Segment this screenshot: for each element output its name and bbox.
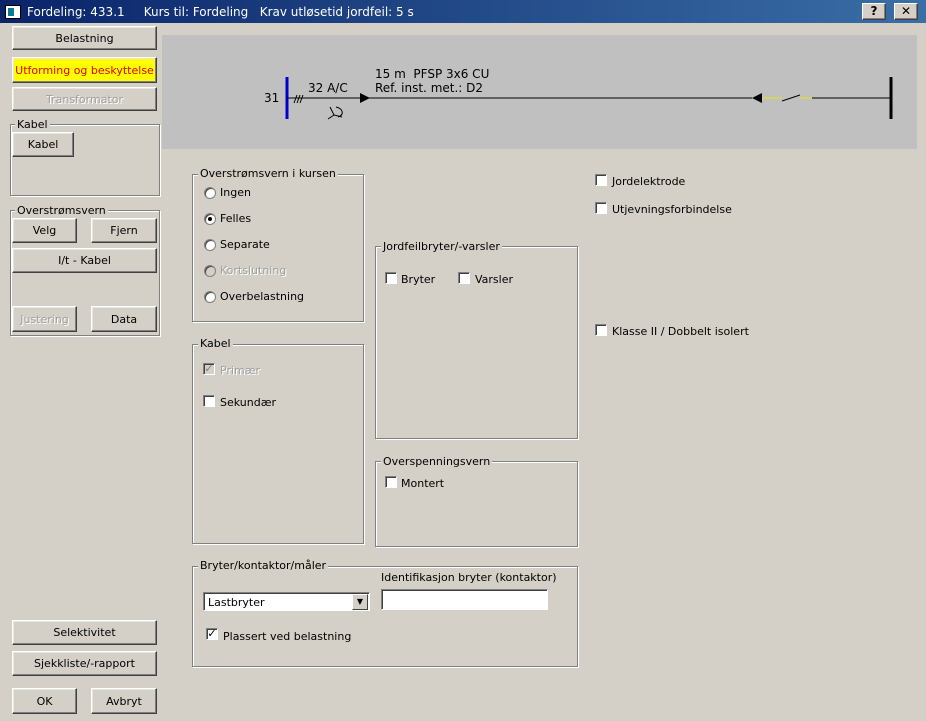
arrow-right-icon <box>360 93 370 103</box>
help-button[interactable]: ? <box>862 3 886 20</box>
bryter-section-title: Bryter/kontaktor/måler <box>198 559 329 572</box>
kabel-section-group <box>192 344 364 544</box>
kabel-button[interactable]: Kabel <box>12 132 74 157</box>
circuit-diagram: 31 32 A/C 15 m PFSP 3x6 CU Ref. inst. me… <box>162 35 917 149</box>
vern-group-title: Overstrømsvern <box>15 204 108 217</box>
bryter-checkbox[interactable] <box>385 272 397 284</box>
radio-overbelastning[interactable] <box>204 291 216 303</box>
radio-kortslutning[interactable] <box>204 265 216 277</box>
primaer-label: Primær <box>220 364 261 377</box>
utjevning-checkbox[interactable] <box>595 202 607 214</box>
selektivitet-button[interactable]: Selektivitet <box>12 620 157 645</box>
avbryt-button[interactable]: Avbryt <box>91 688 157 714</box>
node-number: 31 <box>264 91 280 105</box>
kabel-section-title: Kabel <box>198 337 233 350</box>
bryter-label: Bryter <box>401 273 436 286</box>
radio-overbelastning-label: Overbelastning <box>220 290 305 303</box>
jordelektrode-label: Jordelektrode <box>612 175 686 188</box>
close-button[interactable]: ✕ <box>894 3 918 20</box>
breaker-symbol-icon <box>327 106 343 120</box>
sekundaer-label: Sekundær <box>220 396 277 409</box>
overspenning-title: Overspenningsvern <box>381 455 493 468</box>
window-title: Fordeling: 433.1 Kurs til: Fordeling Kra… <box>27 4 414 19</box>
chevron-down-icon[interactable]: ▼ <box>352 594 368 610</box>
radio-ingen[interactable] <box>204 187 216 199</box>
arrow-left-icon <box>752 93 762 103</box>
justering-button[interactable]: Justering <box>12 306 77 332</box>
kabel-group-title: Kabel <box>15 118 50 131</box>
title-bar: Fordeling: 433.1 Kurs til: Fordeling Kra… <box>0 0 926 23</box>
app-icon <box>5 4 21 19</box>
fjern-button[interactable]: Fjern <box>91 218 157 243</box>
radio-felles-label: Felles <box>220 212 252 225</box>
data-button[interactable]: Data <box>91 306 157 332</box>
phase-mark-2 <box>296 94 301 104</box>
klasse2-checkbox[interactable] <box>595 324 607 336</box>
switch-blade <box>781 94 801 102</box>
klasse2-label: Klasse II / Dobbelt isolert <box>612 325 749 338</box>
radio-separate-label: Separate <box>220 238 270 251</box>
utjevning-label: Utjevningsforbindelse <box>612 203 732 216</box>
bryter-type-select[interactable]: Lastbryter ▼ <box>203 592 370 611</box>
radio-kortslutning-label: Kortslutning <box>220 264 287 277</box>
fuse-rating: 32 A/C <box>308 81 348 95</box>
jordfeil-title: Jordfeilbryter/-varsler <box>381 240 502 253</box>
phase-mark-1 <box>293 94 298 104</box>
radio-ingen-label: Ingen <box>220 186 251 199</box>
phase-mark-3 <box>299 94 304 104</box>
ident-input[interactable] <box>381 589 548 610</box>
primaer-checkbox[interactable]: ✓ <box>203 363 215 375</box>
overspenning-group <box>375 461 578 547</box>
transformator-button[interactable]: Transformator <box>12 87 157 111</box>
varsler-checkbox[interactable] <box>458 272 470 284</box>
plassert-checkbox[interactable]: ✓ <box>206 628 218 640</box>
ident-label: Identifikasjon bryter (kontaktor) <box>381 571 557 584</box>
utforming-button[interactable]: Utforming og beskyttelse <box>12 57 157 83</box>
radio-separate[interactable] <box>204 239 216 251</box>
radio-felles[interactable] <box>204 213 216 225</box>
cable-spec: 15 m PFSP 3x6 CU <box>375 67 490 81</box>
vern-kurs-title: Overstrømsvern i kursen <box>198 167 338 180</box>
montert-checkbox[interactable] <box>385 476 397 488</box>
belastning-button[interactable]: Belastning <box>12 26 157 50</box>
jordelektrode-checkbox[interactable] <box>595 174 607 186</box>
plassert-label: Plassert ved belastning <box>223 630 352 643</box>
sjekkliste-button[interactable]: Sjekkliste/-rapport <box>12 651 157 676</box>
varsler-label: Varsler <box>475 273 514 286</box>
montert-label: Montert <box>401 477 445 490</box>
ok-button[interactable]: OK <box>12 688 77 714</box>
sekundaer-checkbox[interactable] <box>203 395 215 407</box>
velg-button[interactable]: Velg <box>12 218 77 243</box>
it-kabel-button[interactable]: I/t - Kabel <box>12 248 157 273</box>
cable-ref: Ref. inst. met.: D2 <box>375 81 484 95</box>
bryter-type-value: Lastbryter <box>208 596 265 609</box>
